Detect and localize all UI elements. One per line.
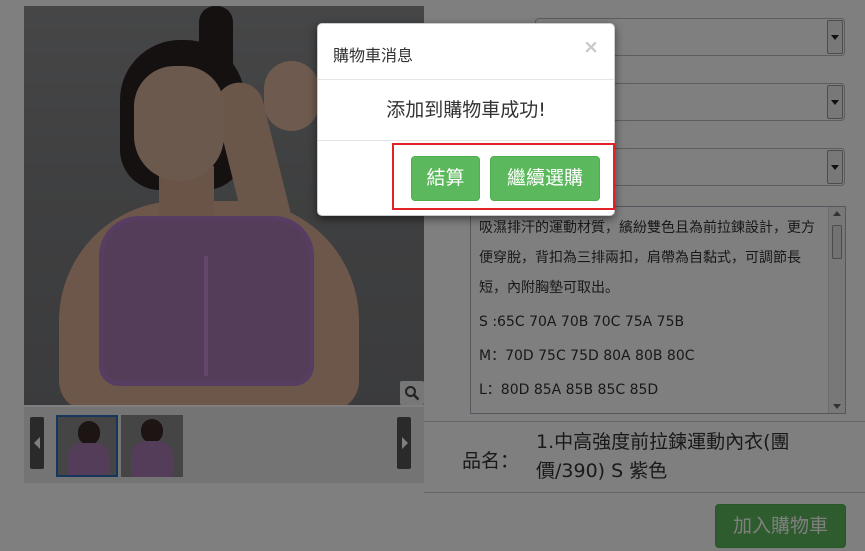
modal-message: 添加到購物車成功!	[318, 80, 614, 141]
continue-shopping-button[interactable]: 繼續選購	[490, 156, 600, 201]
close-icon[interactable]: ×	[583, 36, 599, 58]
checkout-button[interactable]: 結算	[411, 156, 480, 201]
modal-header: 購物車消息 ×	[318, 24, 614, 80]
modal-footer: 結算 繼續選購	[318, 141, 615, 215]
cart-message-modal: 購物車消息 × 添加到購物車成功! 結算 繼續選購	[317, 23, 615, 216]
modal-title: 購物車消息	[333, 46, 414, 65]
